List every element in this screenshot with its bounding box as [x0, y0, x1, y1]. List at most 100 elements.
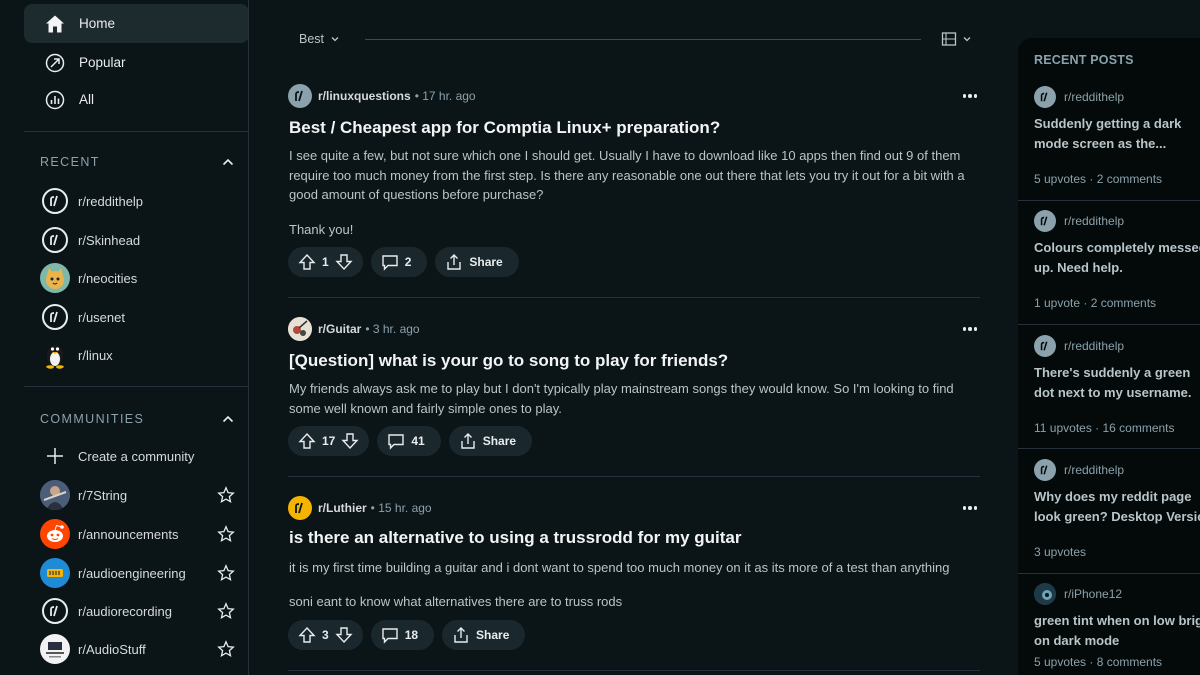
- sidebar-divider: [24, 131, 248, 132]
- main-feed: Best r/linuxquestions • 17 hr. ago Best …: [288, 0, 980, 675]
- recent-post-item[interactable]: r/reddithelp Colours completely messed up…: [1034, 210, 1200, 310]
- recent-item-label: r/Skinhead: [78, 232, 141, 248]
- community-item-label: r/audiorecording: [78, 603, 172, 619]
- post-body: it is my first time building a guitar an…: [289, 560, 950, 575]
- star-icon[interactable]: [217, 640, 235, 658]
- recent-post-title[interactable]: green tint when on low brightnesson dark…: [1034, 611, 1200, 650]
- recent-post-stats: 5 upvotes · 8 comments: [1034, 655, 1163, 669]
- post-title[interactable]: [Question] what is your go to song to pl…: [289, 351, 728, 371]
- home-icon: [44, 13, 66, 35]
- post-subreddit-link[interactable]: r/Guitar: [318, 322, 361, 336]
- view-toggle-button[interactable]: [941, 31, 973, 47]
- card-view-icon: [941, 32, 957, 46]
- star-icon[interactable]: [217, 525, 235, 543]
- post-divider: [288, 670, 980, 671]
- post-meta: r/Guitar • 3 hr. ago: [288, 317, 420, 341]
- upvote-icon[interactable]: [298, 626, 316, 644]
- post-divider: [288, 297, 980, 298]
- upvote-icon[interactable]: [298, 253, 316, 271]
- nav-home[interactable]: Home: [24, 4, 248, 43]
- recent-item-reddithelp[interactable]: r/reddithelp: [40, 184, 235, 218]
- comment-icon: [381, 255, 398, 271]
- tux-penguin-icon: [40, 340, 70, 370]
- nav-popular[interactable]: Popular: [24, 43, 248, 82]
- guitar-subreddit-icon: [288, 317, 312, 341]
- recent-post-subreddit[interactable]: r/reddithelp: [1064, 90, 1124, 104]
- recent-item-neocities[interactable]: r/neocities: [40, 261, 235, 295]
- app-root: Home Popular All RECENT r/reddithelp r/S…: [0, 0, 1200, 675]
- more-options-icon[interactable]: [960, 89, 980, 103]
- community-item-label: r/audioengineering: [78, 565, 186, 581]
- subreddit-default-icon: [40, 186, 70, 216]
- star-icon[interactable]: [217, 602, 235, 620]
- post-subreddit-link[interactable]: r/Luthier: [318, 501, 367, 515]
- recent-post-subreddit[interactable]: r/reddithelp: [1064, 214, 1124, 228]
- feed-sort-bar: Best: [288, 28, 980, 50]
- downvote-icon[interactable]: [335, 626, 353, 644]
- recent-post-meta: r/reddithelp: [1034, 459, 1200, 481]
- recent-post-item[interactable]: r/reddithelp Suddenly getting a dark mode…: [1034, 86, 1200, 186]
- post-subreddit-link[interactable]: r/linuxquestions: [318, 89, 411, 103]
- comments-button[interactable]: 41: [377, 426, 441, 456]
- more-options-icon[interactable]: [960, 322, 980, 336]
- recent-post-title[interactable]: Why does my reddit page look green? Deskt…: [1034, 487, 1200, 526]
- recent-post-title[interactable]: There's suddenly a green dot next to my u…: [1034, 363, 1200, 402]
- recent-post-meta: r/iPhone12: [1034, 583, 1200, 605]
- share-button[interactable]: Share: [435, 247, 519, 277]
- vote-control: 3: [288, 620, 363, 650]
- recent-post-meta: r/reddithelp: [1034, 210, 1200, 232]
- recent-post-subreddit[interactable]: r/iPhone12: [1064, 587, 1122, 601]
- more-options-icon[interactable]: [960, 501, 980, 515]
- recent-post-stats: 3 upvotes: [1034, 545, 1087, 559]
- comments-button[interactable]: 2: [370, 247, 428, 277]
- chevron-up-icon[interactable]: [221, 412, 235, 426]
- comments-button[interactable]: 18: [370, 620, 435, 650]
- recent-item-usenet[interactable]: r/usenet: [40, 300, 235, 334]
- recent-post-divider: [1018, 448, 1200, 449]
- star-icon[interactable]: [217, 486, 235, 504]
- community-item-audiorecording[interactable]: r/audiorecording: [40, 594, 235, 628]
- recent-post-item[interactable]: r/reddithelp Why does my reddit page look…: [1034, 459, 1200, 559]
- recent-post-title[interactable]: Colours completely messed up. Need help.: [1034, 238, 1200, 277]
- community-item-label: r/7String: [78, 487, 128, 503]
- community-item-announcements[interactable]: r/announcements: [40, 517, 235, 551]
- subreddit-default-icon: [1034, 335, 1056, 357]
- nav-all-label: All: [79, 92, 95, 107]
- sort-label: Best: [299, 32, 325, 46]
- recent-post-divider: [1018, 573, 1200, 574]
- neocities-cat-icon: [40, 263, 70, 293]
- sort-dropdown[interactable]: Best: [299, 32, 341, 46]
- downvote-icon[interactable]: [341, 432, 359, 450]
- post-title[interactable]: Best / Cheapest app for Comptia Linux+ p…: [289, 118, 720, 138]
- share-button[interactable]: Share: [442, 620, 526, 650]
- community-item-label: r/announcements: [78, 526, 179, 542]
- recent-post-item[interactable]: r/iPhone12 green tint when on low bright…: [1034, 583, 1200, 669]
- post-title[interactable]: is there an alternative to using a truss…: [289, 528, 741, 548]
- share-button[interactable]: Share: [448, 426, 533, 456]
- recent-section-header[interactable]: RECENT: [40, 155, 235, 169]
- recent-post-subreddit[interactable]: r/reddithelp: [1064, 463, 1124, 477]
- community-item-7string[interactable]: r/7String: [40, 478, 235, 512]
- recent-post-title[interactable]: Suddenly getting a dark mode screen as th…: [1034, 114, 1200, 153]
- post-time: • 17 hr. ago: [414, 89, 476, 103]
- subreddit-default-icon: [1034, 86, 1056, 108]
- recent-post-item[interactable]: r/reddithelp There's suddenly a green dot…: [1034, 335, 1200, 435]
- share-icon: [447, 254, 462, 270]
- post-body-extra: soni eant to know what alternatives ther…: [289, 594, 623, 609]
- community-item-audiostuff[interactable]: r/AudioStuff: [40, 632, 235, 666]
- recent-posts-panel: RECENT POSTS r/reddithelp Suddenly getti…: [1018, 38, 1200, 675]
- downvote-icon[interactable]: [335, 253, 353, 271]
- upvote-icon[interactable]: [298, 432, 316, 450]
- audiostuff-logo-icon: [40, 634, 70, 664]
- communities-section-header[interactable]: COMMUNITIES: [40, 412, 235, 426]
- comment-count: 2: [404, 255, 412, 269]
- vote-control: 17: [288, 426, 370, 456]
- recent-item-linux[interactable]: r/linux: [40, 338, 235, 372]
- recent-item-skinhead[interactable]: r/Skinhead: [40, 223, 235, 257]
- chevron-up-icon[interactable]: [221, 155, 235, 169]
- create-community-button[interactable]: Create a community: [40, 439, 235, 473]
- nav-all[interactable]: All: [24, 80, 248, 119]
- community-item-audioengineering[interactable]: r/audioengineering: [40, 556, 235, 590]
- star-icon[interactable]: [217, 564, 235, 582]
- recent-post-subreddit[interactable]: r/reddithelp: [1064, 339, 1124, 353]
